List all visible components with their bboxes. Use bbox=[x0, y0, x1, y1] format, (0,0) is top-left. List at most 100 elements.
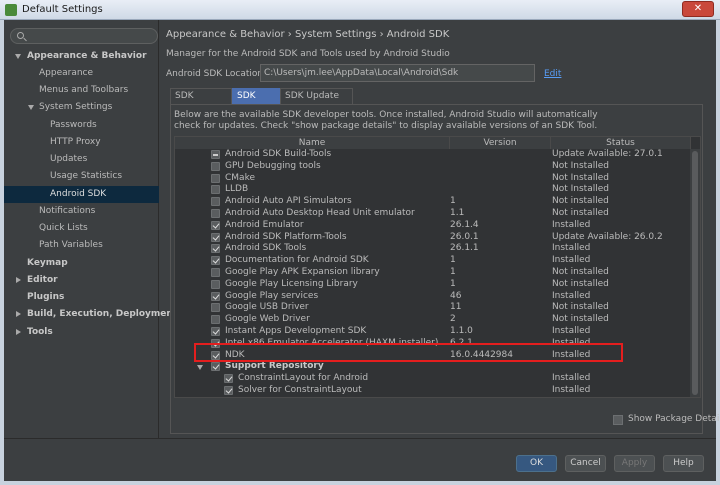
row-name: CMake bbox=[225, 172, 255, 183]
table-row[interactable]: Support Repository bbox=[175, 361, 690, 373]
window-frame-bottom bbox=[0, 481, 720, 485]
tab-sdk-platforms[interactable]: SDK Platforms bbox=[170, 88, 232, 116]
sdk-location-field[interactable]: C:\Users\jm.lee\AppData\Local\Android\Sd… bbox=[260, 64, 535, 82]
table-row[interactable]: GPU Debugging tools Not Installed bbox=[175, 161, 690, 173]
window-title: Default Settings bbox=[22, 4, 103, 15]
scrollbar-thumb[interactable] bbox=[692, 151, 698, 395]
row-status: Installed bbox=[552, 397, 590, 398]
show-package-details-checkbox[interactable] bbox=[613, 415, 623, 425]
table-row[interactable]: Android SDK Build-Tools Update Available:… bbox=[175, 149, 690, 161]
table-row[interactable]: Android SDK Platform-Tools 26.0.1 Update A… bbox=[175, 232, 690, 244]
tab-sdk-update-sites[interactable]: SDK Update Sites bbox=[280, 88, 353, 116]
row-name: Support Repository bbox=[225, 361, 324, 372]
row-status: Not installed bbox=[552, 208, 609, 218]
search-input[interactable] bbox=[10, 28, 158, 44]
sidebar-item-quick-lists[interactable]: Quick Lists bbox=[4, 220, 159, 237]
android-studio-icon bbox=[5, 4, 17, 16]
sidebar-item-label: Menus and Toolbars bbox=[39, 85, 129, 95]
row-checkbox[interactable] bbox=[211, 291, 220, 301]
sidebar-item-system-settings[interactable]: System Settings bbox=[4, 99, 159, 116]
row-checkbox[interactable] bbox=[211, 303, 220, 313]
sidebar-item-label: Plugins bbox=[27, 292, 65, 302]
sidebar-item-usage-statistics[interactable]: Usage Statistics bbox=[4, 168, 159, 185]
sidebar-item-label: Editor bbox=[27, 275, 58, 285]
table-row[interactable]: Google Play services 46 Installed bbox=[175, 291, 690, 303]
sidebar-item-plugins[interactable]: Plugins bbox=[4, 289, 159, 306]
sidebar-item-passwords[interactable]: Passwords bbox=[4, 117, 159, 134]
sidebar-item-android-sdk[interactable]: Android SDK bbox=[4, 186, 159, 203]
sidebar-item-http-proxy[interactable]: HTTP Proxy bbox=[4, 134, 159, 151]
table-row[interactable]: CMake Not Installed bbox=[175, 173, 690, 185]
vertical-scrollbar[interactable] bbox=[690, 149, 700, 397]
row-checkbox[interactable] bbox=[211, 150, 220, 159]
row-checkbox[interactable] bbox=[211, 244, 220, 254]
row-status: Not installed bbox=[552, 278, 609, 289]
row-checkbox[interactable] bbox=[211, 279, 220, 289]
table-row[interactable]: Solver for ConstraintLayout Installed bbox=[175, 385, 690, 397]
row-name: Android Auto API Simulators bbox=[225, 196, 352, 207]
row-status: Not installed bbox=[552, 196, 609, 207]
sidebar-item-editor[interactable]: Editor bbox=[4, 272, 159, 289]
table-row[interactable]: Android Auto API Simulators 1 Not installe… bbox=[175, 196, 690, 208]
row-checkbox[interactable] bbox=[211, 209, 220, 218]
sidebar-item-tools[interactable]: Tools bbox=[4, 324, 159, 341]
row-version: 11 bbox=[450, 302, 462, 313]
row-status: Not installed bbox=[552, 267, 609, 277]
table-row[interactable]: Google Play Licensing Library 1 Not instal… bbox=[175, 279, 690, 291]
row-name: Android SDK Tools bbox=[225, 243, 307, 254]
row-name: ConstraintLayout for Android bbox=[238, 373, 369, 384]
table-row[interactable]: Android SDK Tools 26.1.1 Installed bbox=[175, 243, 690, 255]
table-row[interactable]: Documentation for Android SDK 1 Installed bbox=[175, 255, 690, 267]
expanded-arrow-icon bbox=[15, 54, 21, 59]
column-header-version[interactable]: Version bbox=[450, 137, 551, 149]
table-row[interactable]: Google Play APK Expansion library 1 Not in… bbox=[175, 267, 690, 279]
column-header-status[interactable]: Status bbox=[551, 137, 691, 149]
row-checkbox[interactable] bbox=[224, 386, 233, 395]
table-row[interactable]: Android Support Repository 47.0.0 Installe… bbox=[175, 397, 690, 398]
row-checkbox[interactable] bbox=[211, 315, 220, 325]
row-name: Android Support Repository bbox=[238, 397, 362, 398]
expanded-arrow-icon[interactable] bbox=[197, 365, 203, 371]
row-checkbox[interactable] bbox=[224, 374, 233, 384]
row-name: Solver for ConstraintLayout bbox=[238, 385, 362, 395]
row-checkbox[interactable] bbox=[211, 185, 220, 195]
column-header-name[interactable]: Name bbox=[175, 137, 450, 149]
table-row[interactable]: Instant Apps Development SDK 1.1.0 Install… bbox=[175, 326, 690, 338]
sidebar-item-updates[interactable]: Updates bbox=[4, 151, 159, 168]
dialog-footer: OK Cancel Apply Help bbox=[4, 438, 716, 481]
row-checkbox[interactable] bbox=[211, 362, 220, 372]
sidebar-item-appearance-behavior[interactable]: Appearance & Behavior bbox=[4, 48, 159, 65]
row-checkbox[interactable] bbox=[211, 268, 220, 277]
table-row[interactable]: ConstraintLayout for Android Installed bbox=[175, 373, 690, 385]
row-name: Documentation for Android SDK bbox=[225, 255, 369, 266]
table-row[interactable]: Google USB Driver 11 Not installed bbox=[175, 302, 690, 314]
sidebar-item-notifications[interactable]: Notifications bbox=[4, 203, 159, 220]
ok-button[interactable]: OK bbox=[516, 455, 557, 472]
row-status: Update Available: 27.0.1 bbox=[552, 149, 663, 159]
sidebar-item-appearance[interactable]: Appearance bbox=[4, 65, 159, 82]
close-button[interactable]: ✕ bbox=[682, 1, 714, 17]
sidebar-item-keymap[interactable]: Keymap bbox=[4, 255, 159, 272]
row-version: 47.0.0 bbox=[450, 397, 479, 398]
row-status: Installed bbox=[552, 219, 591, 230]
row-checkbox[interactable] bbox=[211, 232, 220, 242]
sidebar-item-build-execution-deployment[interactable]: Build, Execution, Deployment bbox=[4, 306, 177, 323]
row-checkbox[interactable] bbox=[211, 197, 220, 207]
table-row[interactable]: LLDB Not Installed bbox=[175, 184, 690, 196]
row-status: Installed bbox=[552, 326, 591, 336]
row-checkbox[interactable] bbox=[211, 220, 220, 230]
table-row[interactable]: Android Emulator 26.1.4 Installed bbox=[175, 220, 690, 232]
row-checkbox[interactable] bbox=[211, 161, 220, 171]
row-checkbox[interactable] bbox=[211, 256, 220, 266]
help-button[interactable]: Help bbox=[663, 455, 704, 472]
row-checkbox[interactable] bbox=[211, 173, 220, 183]
cancel-button[interactable]: Cancel bbox=[565, 455, 606, 472]
edit-link[interactable]: Edit bbox=[544, 69, 561, 79]
tab-sdk-tools[interactable]: SDK Tools bbox=[232, 88, 280, 116]
table-row[interactable]: Google Web Driver 2 Not installed bbox=[175, 314, 690, 326]
apply-button[interactable]: Apply bbox=[614, 455, 655, 472]
sidebar-item-menus-toolbars[interactable]: Menus and Toolbars bbox=[4, 82, 159, 99]
sidebar-item-path-variables[interactable]: Path Variables bbox=[4, 237, 159, 254]
row-checkbox[interactable] bbox=[211, 327, 220, 336]
table-row[interactable]: Android Auto Desktop Head Unit emulator 1… bbox=[175, 208, 690, 220]
